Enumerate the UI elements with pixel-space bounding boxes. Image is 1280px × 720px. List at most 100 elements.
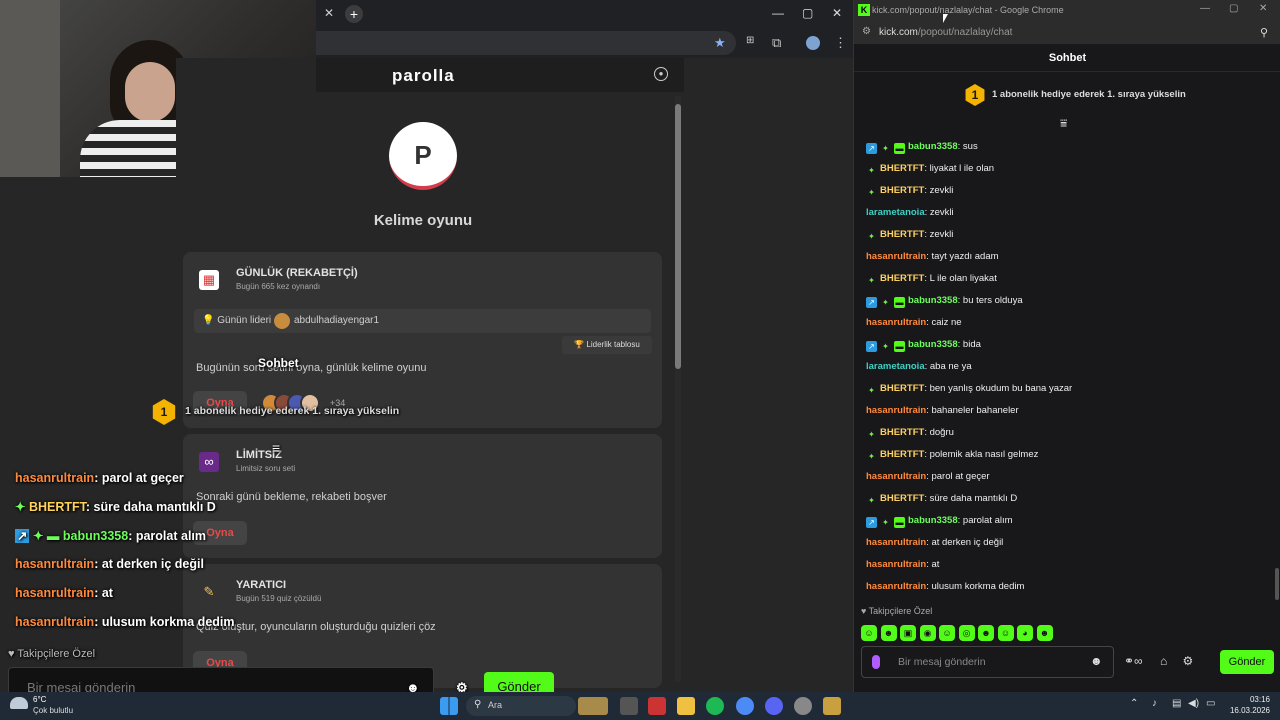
chat-username[interactable]: larametanoia [866,207,925,218]
moderator-badge-icon[interactable]: ↗ [866,297,877,308]
close-tab-icon[interactable]: ✕ [324,6,334,20]
bookmark-star-icon[interactable]: ★ [714,35,726,51]
leader-name[interactable]: abdulhadiayengar1 [294,315,379,326]
vip-badge-icon[interactable]: ✦ [866,275,877,286]
clock[interactable]: 03:16 16.03.2026 [1228,694,1270,716]
widget-image-icon[interactable] [578,697,608,715]
link-icon[interactable]: ⚭∞ [1124,654,1143,668]
chat-username[interactable]: hasanrultrain [866,537,926,548]
gift-goal-banner[interactable]: 1 1 abonelik hediye ederek 1. sıraya yük… [964,82,1214,108]
vip-badge-icon[interactable]: ✦ [866,451,877,462]
emote-icon[interactable]: ☺ [939,625,955,641]
subscriber-badge-icon[interactable]: ▬ [894,143,905,154]
microphone-icon[interactable] [872,655,880,669]
chat-username[interactable]: babun3358 [908,339,958,350]
message-input[interactable]: Bir mesaj gönderin ☻ [861,646,1114,678]
emote-icon[interactable]: ☻ [880,625,897,641]
file-explorer-icon[interactable] [677,697,695,715]
extensions-icon[interactable]: ⧉ [772,35,781,51]
vip-badge-icon[interactable]: ✦ [866,385,877,396]
emote-icon[interactable]: ▣ [900,625,916,641]
maximize-icon[interactable]: ▢ [1229,3,1238,14]
mic-tray-icon[interactable]: ♪ [1152,698,1157,709]
popup-url-bar[interactable]: ⚙ kick.com/popout/nazlalay/chat ⚲ [854,22,1280,44]
chat-username[interactable]: BHERTFT [880,163,924,174]
user-icon[interactable]: ● [654,67,668,81]
chat-username[interactable]: BHERTFT [880,185,924,196]
close-window-icon[interactable]: ✕ [1259,3,1267,14]
chat-username[interactable]: hasanrultrain [866,405,926,416]
subscriber-badge-icon[interactable]: ▬ [894,341,905,352]
chat-username[interactable]: hasanrultrain [866,559,926,570]
discord-icon[interactable] [765,697,783,715]
emote-icon[interactable]: ◕ [1017,625,1033,641]
emote-icon[interactable]: ☺ [997,625,1014,641]
send-button[interactable]: Gönder [1220,650,1274,674]
store-icon[interactable]: ⌂ [1160,654,1167,668]
chrome-icon[interactable] [736,697,754,715]
emote-icon[interactable]: ◎ [958,625,975,641]
spotify-icon[interactable] [706,697,724,715]
page-scrollbar[interactable] [675,96,681,682]
zoom-search-icon[interactable]: ⚲ [1260,26,1268,39]
vip-badge-icon[interactable]: ✦ [880,143,891,154]
chat-username[interactable]: babun3358 [908,295,958,306]
vip-badge-icon[interactable]: ✦ [880,517,891,528]
vip-badge-icon[interactable]: ✦ [866,429,877,440]
chat-username[interactable]: BHERTFT [880,427,924,438]
chat-username[interactable]: BHERTFT [880,493,924,504]
moderator-badge-icon[interactable]: ↗ [866,143,877,154]
chat-username[interactable]: hasanrultrain [866,251,926,262]
chat-username[interactable]: BHERTFT [880,383,924,394]
emote-icon[interactable]: ☻ [1036,625,1053,641]
chat-username[interactable]: babun3358 [908,515,958,526]
chat-username[interactable]: babun3358 [908,141,958,152]
emote-icon[interactable]: ☺ [861,625,877,641]
task-view-icon[interactable] [620,697,638,715]
maximize-icon[interactable]: ▢ [802,6,813,20]
vip-badge-icon[interactable]: ✦ [866,231,877,242]
address-bar[interactable] [316,31,736,55]
minimize-icon[interactable]: — [1200,3,1210,14]
chat-scrollbar[interactable] [1275,568,1279,600]
filter-icon[interactable]: ⩸ [1060,116,1067,131]
menu-dots-icon[interactable]: ⋮ [834,35,847,51]
volume-icon[interactable]: ◀) [1188,698,1199,709]
taskbar-search[interactable]: ⚲ Ara [466,696,576,716]
profile-avatar[interactable] [806,36,820,50]
vip-badge-icon[interactable]: ✦ [866,165,877,176]
subscriber-badge-icon[interactable]: ▬ [894,517,905,528]
emote-icon[interactable]: ◉ [919,625,936,641]
app-icon[interactable] [823,697,841,715]
chat-username[interactable]: hasanrultrain [866,317,926,328]
chat-username[interactable]: larametanoia [866,361,925,372]
network-icon[interactable]: ▤ [1172,698,1181,709]
vip-badge-icon[interactable]: ✦ [866,187,877,198]
vip-badge-icon[interactable]: ✦ [880,297,891,308]
subscriber-badge-icon[interactable]: ▬ [894,297,905,308]
tray-chevron-icon[interactable]: ⌃ [1130,698,1138,709]
vip-badge-icon[interactable]: ✦ [866,495,877,506]
battery-icon[interactable]: ▭ [1206,698,1215,709]
vip-badge-icon[interactable]: ✦ [880,341,891,352]
chat-username[interactable]: BHERTFT [880,273,924,284]
close-window-icon[interactable]: ✕ [832,6,842,20]
chat-username[interactable]: hasanrultrain [866,581,926,592]
new-tab-button[interactable]: + [345,5,363,23]
emoji-picker-icon[interactable]: ☻ [1090,654,1103,668]
pdf-app-icon[interactable] [648,697,666,715]
moderator-badge-icon[interactable]: ↗ [866,341,877,352]
moderator-badge-icon[interactable]: ↗ [866,517,877,528]
leaderboard-button[interactable]: 🏆 Liderlik tablosu [562,336,652,354]
chat-username[interactable]: BHERTFT [880,229,924,240]
translate-icon[interactable]: ⊞ [746,35,754,46]
chat-username[interactable]: hasanrultrain [866,471,926,482]
site-info-icon[interactable]: ⚙ [862,26,871,37]
emote-icon[interactable]: ☻ [978,625,994,641]
site-title[interactable]: parolla [392,66,455,86]
settings-icon[interactable]: ⚙ [1183,654,1194,668]
chat-username[interactable]: BHERTFT [880,449,924,460]
start-icon[interactable] [440,697,458,715]
steam-icon[interactable] [794,697,812,715]
minimize-icon[interactable]: — [772,6,784,20]
